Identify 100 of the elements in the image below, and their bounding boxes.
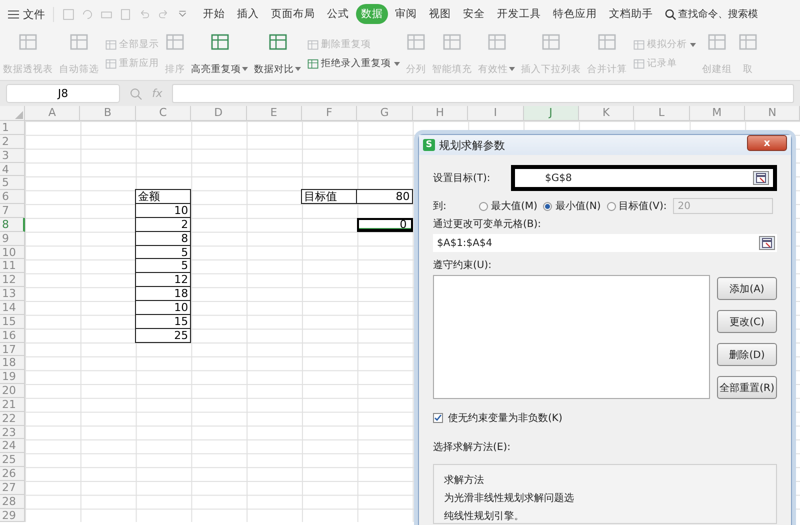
grid-icon [105,58,117,70]
column-header[interactable]: D [191,106,247,121]
ribbon-tab[interactable]: 安全 [458,4,490,24]
row-header[interactable]: 11 [0,259,25,274]
grid-icon [268,32,288,52]
row-header[interactable]: 12 [0,273,25,288]
save-icon[interactable] [62,8,75,20]
column-header[interactable]: G [357,106,413,121]
row-header[interactable]: 27 [0,480,25,495]
row-header[interactable]: 5 [0,176,25,190]
table-cell: 目标值 [300,189,358,204]
dialog-button[interactable]: 更改(C) [717,310,777,333]
dialog-button[interactable]: 删除(D) [717,343,777,366]
ribbon-tab[interactable]: 插入 [232,4,264,24]
formula-field[interactable] [172,84,794,103]
ribbon-button[interactable]: 数据对比 [251,28,304,80]
row-header[interactable]: 18 [0,356,25,370]
column-header[interactable]: A [25,106,80,121]
row-header[interactable]: 19 [0,370,25,384]
column-header[interactable]: J [524,106,579,121]
table-cell: 2 [134,216,192,232]
column-header[interactable]: K [578,106,634,121]
table-cell: 10 [134,300,192,315]
row-header[interactable]: 23 [0,426,25,440]
ribbon-tab[interactable]: 文档助手 [604,4,658,24]
zoom-icon[interactable] [130,88,142,100]
radio-option[interactable]: 最大值(M) [479,199,538,213]
row-header[interactable]: 20 [0,384,25,398]
range-picker-button[interactable] [753,171,769,185]
row-header[interactable]: 10 [0,246,25,260]
grid-icon [307,38,319,50]
select-all-button[interactable] [0,106,25,121]
field-label: 选择求解方法(E): [433,440,512,454]
field-label: 通过更改可变单元格(B): [433,218,542,231]
row-header[interactable]: 21 [0,398,25,412]
column-header[interactable]: C [136,106,192,121]
column-header[interactable]: I [468,106,524,121]
search-field[interactable]: 查找命令、搜索模 [665,8,764,20]
row-header[interactable]: 9 [0,232,25,246]
row-header[interactable]: 15 [0,314,25,329]
objective-field[interactable]: $G$8 [511,165,777,191]
caret-icon[interactable] [394,62,400,66]
column-header[interactable]: L [634,106,690,121]
row-header[interactable]: 1 [0,121,25,135]
row-header[interactable]: 29 [0,508,25,522]
row-header[interactable]: 13 [0,287,25,301]
refresh-icon[interactable] [81,8,94,20]
row-header[interactable]: 22 [0,412,25,426]
row-header[interactable]: 28 [0,494,25,509]
ribbon-tab[interactable]: 页面布局 [266,4,320,24]
name-box[interactable]: J8 [6,84,120,103]
row-header[interactable]: 14 [0,300,25,315]
ribbon-tab[interactable]: 开始 [198,4,230,24]
undo-icon[interactable] [138,8,151,20]
row-header[interactable]: 17 [0,342,25,356]
function-label[interactable]: fx [152,87,162,100]
row-header[interactable]: 24 [0,439,25,454]
range-picker-button[interactable] [759,236,775,250]
ribbon-tab[interactable]: 公式 [322,4,354,24]
caret-icon[interactable] [242,67,248,72]
group-title: 求解方法 [444,474,485,487]
ribbon-button[interactable]: 拒绝录入重复项 [307,57,400,70]
row-header[interactable]: 2 [0,134,25,149]
constraints-list[interactable] [433,275,710,399]
ribbon-tab[interactable]: 视图 [424,4,456,24]
radio-option[interactable]: 最小值(N) [543,199,601,213]
column-header[interactable]: F [302,106,358,121]
ribbon-button[interactable]: 高亮重复项 [188,28,251,80]
ribbon-tab[interactable]: 审阅 [390,4,422,24]
file-menu[interactable]: 文件 [6,6,54,22]
radio-option[interactable]: 目标值(V): [606,199,667,213]
row-header[interactable]: 3 [0,148,25,163]
ribbon-tab[interactable]: 特色应用 [548,4,602,24]
table-cell: 5 [134,258,192,274]
grid-icon [307,58,319,70]
column-header[interactable]: N [745,106,800,121]
table-cell: 0 [357,218,413,232]
row-header[interactable]: 6 [0,190,25,204]
column-header[interactable]: B [80,106,136,121]
row-header[interactable]: 16 [0,328,25,342]
dialog-button[interactable]: 添加(A) [717,277,777,300]
row-header[interactable]: 4 [0,162,25,176]
ribbon-tab[interactable]: 数据 [356,4,388,24]
table-cell: 15 [134,314,192,329]
column-header[interactable]: E [246,106,302,121]
redo-icon[interactable] [157,8,170,20]
row-header[interactable]: 26 [0,467,25,481]
row-header[interactable]: 25 [0,453,25,468]
variable-cells-field[interactable]: $A$1:$A$4 [433,234,777,252]
ribbon-tab[interactable]: 开发工具 [492,4,546,24]
dialog-button[interactable]: 全部重置(R) [717,376,777,399]
caret-icon[interactable] [295,67,301,72]
dialog-title: 规划求解参数 [439,138,506,152]
column-header[interactable]: H [412,106,468,121]
preview-icon[interactable] [119,8,132,20]
column-header[interactable]: M [690,106,746,121]
row-header[interactable]: 7 [0,204,25,218]
row-header[interactable]: 8 [0,218,25,232]
close-button[interactable]: x [747,135,787,151]
nonnegative-checkbox[interactable]: 使无约束变量为非负数(K) [433,411,777,425]
